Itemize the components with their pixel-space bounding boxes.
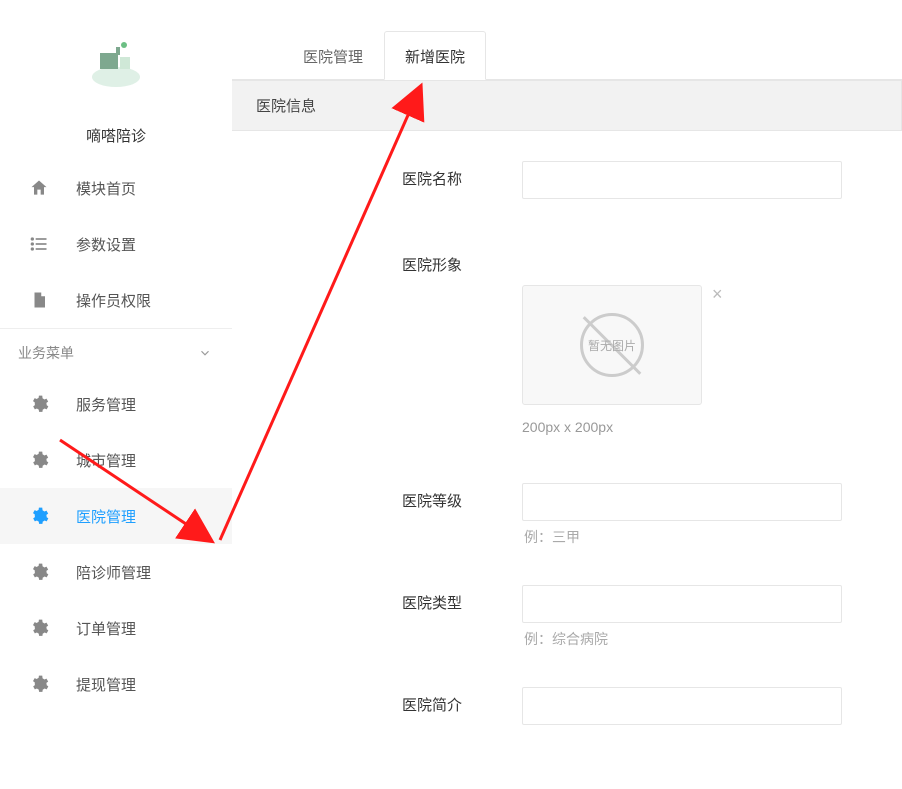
logo (0, 0, 232, 125)
sidebar-item-label: 提现管理 (76, 674, 136, 695)
sidebar-item-label: 医院管理 (76, 506, 136, 527)
hint-hospital-level: 例：三甲 (522, 527, 902, 547)
sidebar-item-biz-4[interactable]: 订单管理 (0, 600, 232, 656)
remove-image-button[interactable]: × (712, 285, 723, 303)
sidebar-item-label: 城市管理 (76, 450, 136, 471)
list-icon (28, 233, 50, 255)
label-hospital-image: 医院形象 (232, 247, 522, 285)
sidebar-item-label: 订单管理 (76, 618, 136, 639)
input-hospital-name[interactable] (522, 161, 842, 199)
gear-icon (28, 617, 50, 639)
sidebar-item-biz-3[interactable]: 陪诊师管理 (0, 544, 232, 600)
gear-icon (28, 561, 50, 583)
sidebar-section-label: 业务菜单 (18, 343, 74, 363)
input-hospital-type[interactable] (522, 585, 842, 623)
sidebar-item-params[interactable]: 参数设置 (0, 216, 232, 272)
sidebar-item-label: 操作员权限 (76, 290, 151, 311)
label-hospital-level: 医院等级 (232, 483, 522, 521)
input-hospital-intro[interactable] (522, 687, 842, 725)
sidebar-item-label: 模块首页 (76, 178, 136, 199)
gear-icon (28, 449, 50, 471)
hint-hospital-type: 例：综合病院 (522, 629, 902, 649)
no-image-text: 暂无图片 (588, 337, 636, 354)
form: 医院名称 医院形象 暂无图片 × (232, 131, 902, 725)
sidebar-item-label: 服务管理 (76, 394, 136, 415)
sidebar-item-operator-auth[interactable]: 操作员权限 (0, 272, 232, 328)
sidebar-item-biz-2[interactable]: 医院管理 (0, 488, 232, 544)
image-size-hint: 200px x 200px (522, 419, 902, 435)
sidebar-item-label: 陪诊师管理 (76, 562, 151, 583)
tab-1[interactable]: 新增医院 (384, 31, 486, 80)
tabs: 医院管理新增医院 (232, 0, 902, 80)
home-icon (28, 177, 50, 199)
input-hospital-level[interactable] (522, 483, 842, 521)
sidebar-item-module-home[interactable]: 模块首页 (0, 160, 232, 216)
panel-title: 医院信息 (232, 80, 902, 131)
chevron-down-icon (198, 346, 212, 360)
sidebar-item-biz-5[interactable]: 提现管理 (0, 656, 232, 712)
label-hospital-type: 医院类型 (232, 585, 522, 623)
sidebar-item-biz-0[interactable]: 服务管理 (0, 376, 232, 432)
gear-icon (28, 673, 50, 695)
label-hospital-intro: 医院简介 (232, 687, 522, 725)
label-hospital-name: 医院名称 (232, 161, 522, 199)
sidebar-item-label: 参数设置 (76, 234, 136, 255)
image-uploader[interactable]: 暂无图片 (522, 285, 702, 405)
brand-title: 嘀嗒陪诊 (0, 125, 232, 160)
sidebar: 嘀嗒陪诊 模块首页 参数设置 操作员权限 业务菜单 (0, 0, 232, 789)
gear-icon (28, 393, 50, 415)
tab-0[interactable]: 医院管理 (282, 31, 384, 80)
gear-icon (28, 505, 50, 527)
document-icon (28, 289, 50, 311)
sidebar-item-biz-1[interactable]: 城市管理 (0, 432, 232, 488)
sidebar-section-business[interactable]: 业务菜单 (0, 328, 232, 376)
main: 医院管理新增医院 医院信息 医院名称 医院形象 暂无图 (232, 0, 902, 789)
